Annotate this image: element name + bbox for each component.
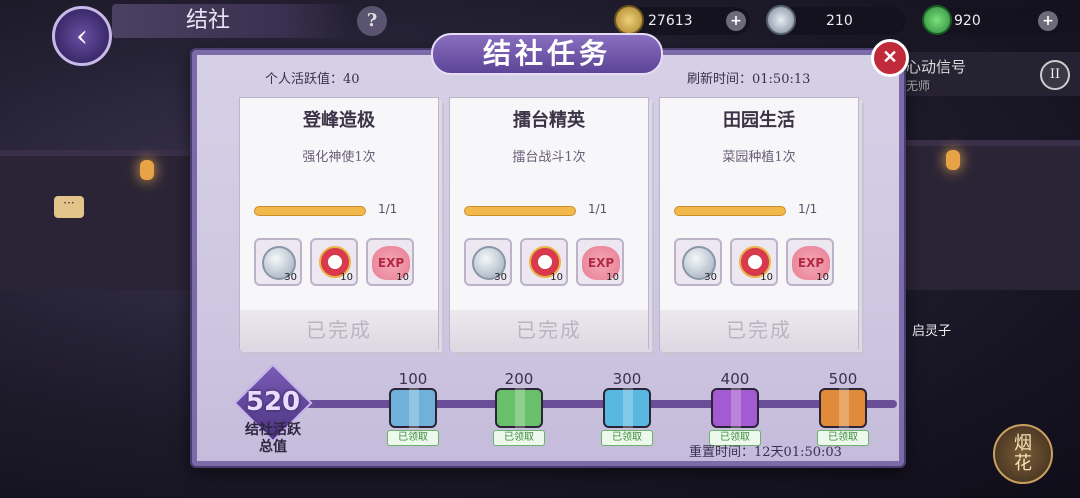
total-activity-value: 520	[245, 387, 301, 417]
task-desc: 擂台战斗1次	[512, 150, 586, 165]
milestone-value: 300	[612, 370, 642, 388]
milestone-value: 400	[720, 370, 750, 388]
lantern-icon	[140, 160, 154, 180]
milestone-chest[interactable]: 100 已领取	[381, 370, 445, 454]
reward-qty: 10	[340, 272, 353, 283]
reward-item[interactable]: 30	[254, 238, 302, 286]
total-activity-label: 结社活跃总值	[245, 422, 301, 455]
copper-coin-counter: 27613 +	[614, 5, 750, 35]
pause-button[interactable]: II	[1040, 60, 1070, 90]
reward-item[interactable]: 30	[674, 238, 722, 286]
close-button[interactable]: ✕	[871, 39, 909, 77]
task-card: 田园生活 菜园种植1次 1/1 30 10 EXP 10 已完成	[659, 97, 859, 350]
jade-counter: 920 +	[922, 5, 1062, 35]
task-name: 田园生活	[723, 110, 795, 131]
add-copper-button[interactable]: +	[726, 11, 746, 31]
task-progress-bar	[254, 206, 366, 216]
reset-timer: 重置时间：12天01:50:03	[689, 445, 842, 460]
reward-qty: 10	[606, 272, 619, 283]
chest-icon	[603, 388, 651, 428]
task-card: 登峰造极 强化神使1次 1/1 30 10 EXP 10 已完成	[239, 97, 439, 350]
help-button[interactable]: ?	[357, 6, 387, 36]
claimed-tag: 已领取	[601, 430, 653, 446]
reward-item[interactable]: 10	[310, 238, 358, 286]
reward-item[interactable]: 10	[730, 238, 778, 286]
milestone-value: 200	[504, 370, 534, 388]
chat-bubble-icon[interactable]: ···	[54, 196, 84, 218]
task-name: 擂台精英	[513, 110, 585, 131]
reward-list: 30 10 EXP 10	[674, 238, 854, 288]
reward-qty: 10	[816, 272, 829, 283]
reward-qty: 30	[284, 272, 297, 283]
task-name: 登峰造极	[303, 110, 375, 131]
guild-task-panel: 结社任务 ✕ 个人活跃值：40 刷新时间：01:50:13 登峰造极 强化神使1…	[192, 33, 909, 466]
jade-value: 920	[954, 13, 981, 29]
refresh-timer: 刷新时间：01:50:13	[687, 72, 811, 87]
milestone-value: 100	[398, 370, 428, 388]
task-progress: 1/1	[798, 202, 818, 216]
chest-icon	[819, 388, 867, 428]
reward-item[interactable]: 10	[520, 238, 568, 286]
silver-coin-counter: 210	[766, 5, 906, 35]
task-card: 擂台精英 擂台战斗1次 1/1 30 10 EXP 10 已完成	[449, 97, 649, 350]
milestone-chest[interactable]: 200 已领取	[487, 370, 551, 454]
task-progress-bar	[464, 206, 576, 216]
reward-qty: 30	[494, 272, 507, 283]
claimed-tag: 已领取	[493, 430, 545, 446]
task-progress-bar	[674, 206, 786, 216]
reward-item[interactable]: EXP 10	[366, 238, 414, 286]
task-status-button[interactable]: 已完成	[240, 310, 438, 350]
activity-track	[257, 400, 897, 408]
fireworks-button[interactable]: 烟花	[993, 424, 1053, 484]
reward-item[interactable]: EXP 10	[786, 238, 834, 286]
milestone-value: 500	[828, 370, 858, 388]
background-building	[905, 140, 1080, 290]
background-building	[0, 150, 190, 290]
back-button[interactable]: ‹	[52, 6, 112, 66]
task-desc: 强化神使1次	[302, 150, 376, 165]
reward-qty: 30	[704, 272, 717, 283]
lantern-icon	[946, 150, 960, 170]
reward-qty: 10	[760, 272, 773, 283]
reward-list: 30 10 EXP 10	[464, 238, 644, 288]
silver-coin-value: 210	[826, 13, 853, 29]
fireworks-label: 烟花	[1014, 433, 1032, 474]
task-status-button[interactable]: 已完成	[660, 310, 858, 350]
milestone-chest[interactable]: 300 已领取	[595, 370, 659, 454]
reward-item[interactable]: 30	[464, 238, 512, 286]
reward-item[interactable]: EXP 10	[576, 238, 624, 286]
jade-icon	[922, 5, 952, 35]
reward-qty: 10	[396, 272, 409, 283]
personal-activity: 个人活跃值：40	[265, 72, 360, 87]
chest-icon	[389, 388, 437, 428]
page-title: 结社	[112, 4, 352, 38]
task-progress: 1/1	[588, 202, 608, 216]
back-arrow-icon: ‹	[76, 18, 88, 54]
chest-icon	[711, 388, 759, 428]
copper-coin-value: 27613	[648, 13, 693, 29]
task-progress: 1/1	[378, 202, 398, 216]
copper-coin-icon	[614, 5, 644, 35]
reward-qty: 10	[550, 272, 563, 283]
task-desc: 菜园种植1次	[722, 150, 796, 165]
silver-coin-icon	[766, 5, 796, 35]
task-status-button[interactable]: 已完成	[450, 310, 648, 350]
add-jade-button[interactable]: +	[1038, 11, 1058, 31]
npc-name: 启灵子	[912, 324, 952, 339]
reward-list: 30 10 EXP 10	[254, 238, 434, 288]
claimed-tag: 已领取	[387, 430, 439, 446]
chest-icon	[495, 388, 543, 428]
panel-title: 结社任务	[431, 33, 663, 75]
